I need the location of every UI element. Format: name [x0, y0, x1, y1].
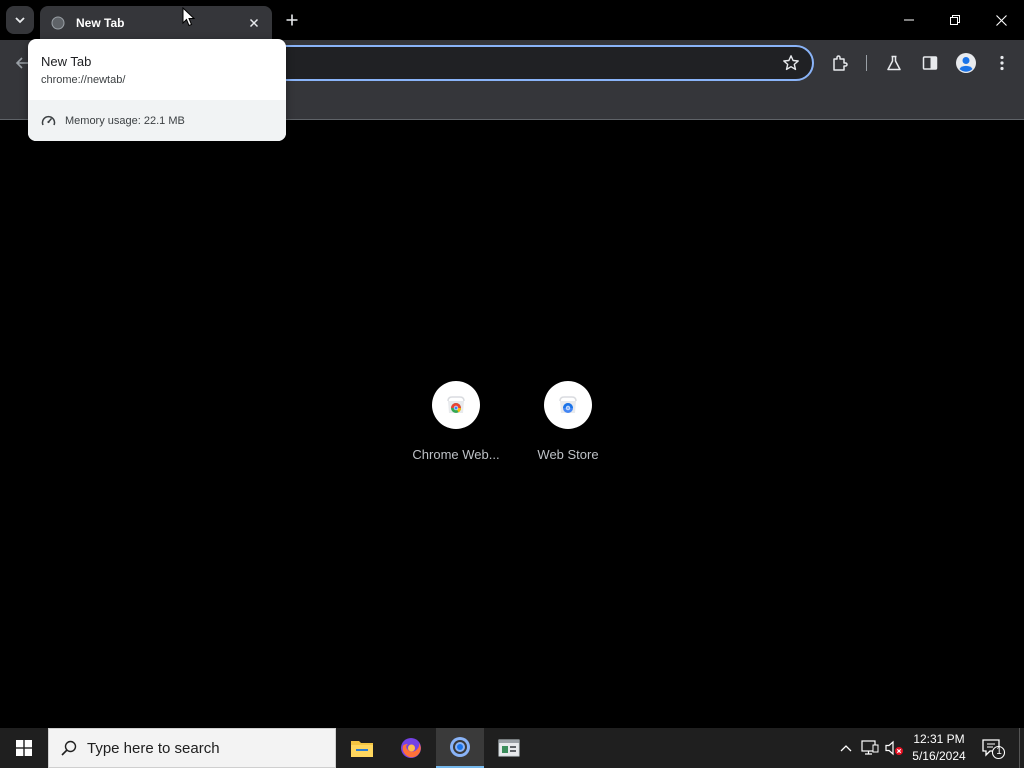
profile-button[interactable] [954, 51, 978, 75]
file-explorer-icon [351, 741, 373, 757]
tab-new-tab[interactable]: New Tab [40, 6, 272, 40]
chrome-icon [450, 737, 470, 757]
show-hidden-icons-button[interactable] [836, 738, 856, 758]
restore-button[interactable] [932, 0, 978, 40]
labs-button[interactable] [882, 51, 906, 75]
taskbar-app-file-explorer[interactable] [338, 728, 386, 768]
network-status[interactable] [860, 738, 880, 758]
search-placeholder: Type here to search [87, 739, 220, 757]
chrome-web-store-icon [447, 396, 465, 413]
close-icon [995, 14, 1007, 26]
windows-taskbar: Type here to search 12:31 PM 5/16/2024 1 [0, 728, 1024, 768]
mouse-cursor-icon [182, 7, 196, 27]
web-store-icon [559, 396, 577, 413]
memory-usage-text: Memory usage: 22.1 MB [65, 114, 185, 127]
toolbar-separator [866, 55, 867, 71]
more-vertical-icon [1000, 55, 1004, 71]
avatar-icon [956, 53, 976, 73]
globe-icon [50, 15, 66, 31]
tab-hover-card: New Tab chrome://newtab/ Memory usage: 2… [28, 39, 286, 141]
shortcut-web-store[interactable]: Web Store [512, 381, 624, 471]
new-tab-page: Chrome Web... Web Store [0, 121, 1024, 728]
tab-close-icon[interactable] [246, 15, 262, 31]
taskbar-app-window[interactable] [485, 728, 533, 768]
close-window-button[interactable] [978, 0, 1024, 40]
side-panel-icon [922, 56, 938, 70]
minimize-button[interactable] [886, 0, 932, 40]
taskbar-clock[interactable]: 12:31 PM 5/16/2024 [904, 731, 974, 765]
shortcut-tile [432, 381, 480, 429]
taskbar-app-chrome[interactable] [436, 728, 484, 768]
show-desktop-button[interactable] [1019, 728, 1024, 768]
network-icon [861, 740, 879, 755]
notification-count: 1 [996, 746, 1002, 757]
volume-status[interactable] [884, 738, 904, 758]
shortcut-label: Chrome Web... [412, 447, 500, 462]
taskbar-search-box[interactable]: Type here to search [48, 728, 336, 768]
minimize-icon [904, 19, 914, 21]
search-icon [61, 740, 77, 756]
menu-button[interactable] [990, 51, 1014, 75]
restore-icon [950, 15, 960, 25]
puzzle-icon [833, 55, 848, 71]
extensions-button[interactable] [828, 51, 852, 75]
shortcut-chrome-web-store[interactable]: Chrome Web... [400, 381, 512, 471]
chevron-down-icon [15, 17, 25, 24]
start-button[interactable] [0, 728, 48, 768]
shortcut-label: Web Store [537, 447, 599, 462]
chevron-up-icon [840, 745, 852, 752]
volume-muted-icon [885, 740, 903, 756]
shortcut-tile [544, 381, 592, 429]
taskbar-app-firefox[interactable] [387, 728, 435, 768]
tab-search-button[interactable] [6, 6, 34, 34]
plus-icon [286, 14, 298, 26]
arrow-left-icon [15, 57, 28, 69]
hover-card-title: New Tab [41, 54, 92, 69]
app-window-icon [498, 739, 520, 757]
side-panel-button[interactable] [918, 51, 942, 75]
hover-card-url: chrome://newtab/ [41, 74, 126, 86]
tab-title: New Tab [76, 16, 125, 30]
clock-time: 12:31 PM [913, 732, 965, 746]
new-tab-button[interactable] [280, 8, 304, 32]
windows-logo-icon [16, 740, 32, 756]
firefox-icon [401, 738, 421, 758]
gauge-icon [41, 115, 56, 126]
notifications-button[interactable]: 1 [980, 736, 1006, 760]
omnibox-input[interactable] [282, 53, 762, 73]
clock-date: 5/16/2024 [912, 749, 966, 763]
title-bar: New Tab [0, 0, 1024, 40]
star-icon[interactable] [782, 54, 800, 72]
flask-icon [887, 55, 901, 71]
